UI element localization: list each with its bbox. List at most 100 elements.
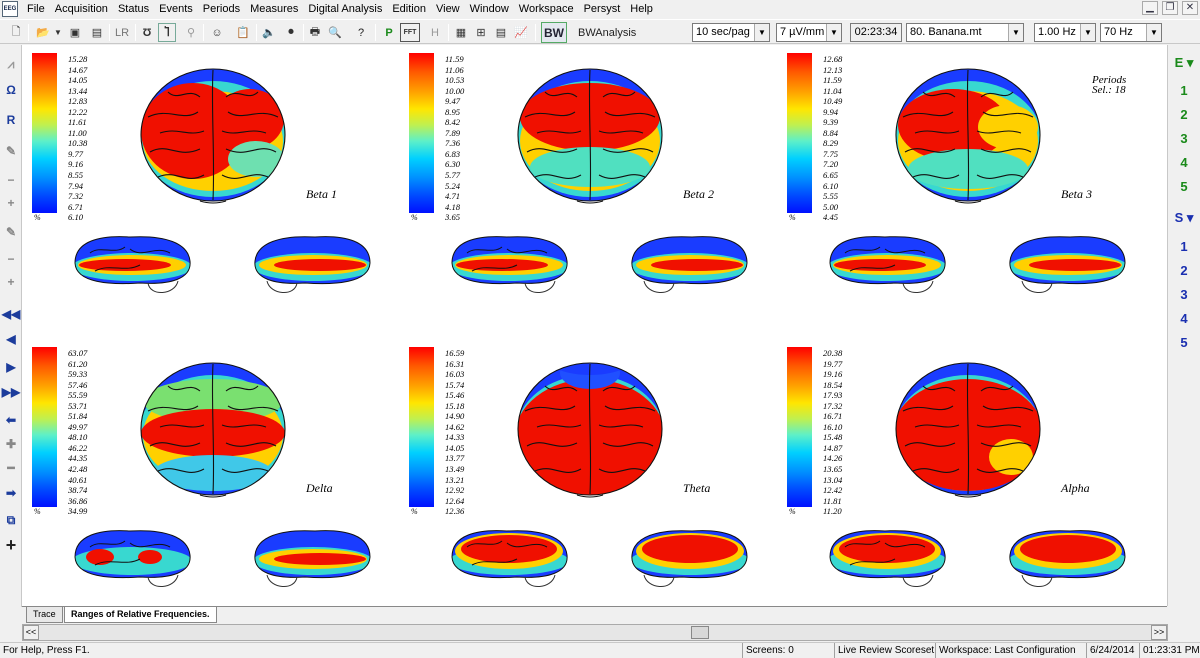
clipboard-icon[interactable]: 📋 — [233, 23, 253, 42]
rewind-icon[interactable]: ◀◀ — [2, 305, 20, 323]
fast-forward-icon[interactable]: ▶▶ — [2, 383, 20, 401]
tab-trace[interactable]: Trace — [26, 607, 63, 623]
step-back-icon[interactable]: ◀ — [2, 330, 20, 348]
print-preview-icon[interactable]: ▤ — [88, 23, 106, 42]
s-item-3[interactable]: 3 — [1174, 285, 1194, 305]
menu-status[interactable]: Status — [113, 0, 154, 18]
scale-value: 42.48 — [68, 464, 88, 475]
menu-acquisition[interactable]: Acquisition — [50, 0, 113, 18]
scale-value: 12.13 — [823, 64, 843, 75]
arrow-left-icon[interactable]: ⬅ — [2, 411, 20, 429]
minus-icon[interactable]: − — [2, 171, 20, 189]
menu-edition[interactable]: Edition — [387, 0, 431, 18]
close-button[interactable]: ✕ — [1182, 1, 1198, 15]
e-item-1[interactable]: 1 — [1174, 81, 1194, 101]
chevron-down-icon[interactable]: ▼ — [1080, 24, 1095, 41]
band-name: Delta — [306, 481, 333, 495]
step-forward-icon[interactable]: ▶ — [2, 358, 20, 376]
grid-alt-icon[interactable]: ⊞ — [472, 23, 490, 42]
e-item-2[interactable]: 2 — [1174, 105, 1194, 125]
p-marker-icon[interactable]: P — [382, 23, 396, 42]
r-icon[interactable]: R — [2, 111, 20, 129]
menu-periods[interactable]: Periods — [198, 0, 245, 18]
bw-button[interactable]: BW — [541, 22, 567, 43]
montage-select[interactable]: 80. Banana.mt ▼ — [906, 23, 1024, 42]
color-scale-bar — [787, 347, 812, 507]
arrow-right-icon[interactable]: ➡ — [2, 484, 20, 502]
fft-button[interactable]: FFT — [400, 23, 420, 42]
table-icon[interactable]: ▤ — [492, 23, 510, 42]
chart-icon[interactable]: 📈 — [512, 23, 530, 42]
page-speed-select[interactable]: 10 sec/pag ▼ — [692, 23, 770, 42]
bwanalysis-label[interactable]: BWAnalysis — [578, 23, 668, 42]
highcut-select[interactable]: 70 Hz ▼ — [1100, 23, 1162, 42]
chevron-down-icon[interactable]: ▼ — [53, 23, 63, 42]
chevron-down-icon[interactable]: ▼ — [754, 24, 769, 41]
e-item-5[interactable]: 5 — [1174, 177, 1194, 197]
minus-alt-icon[interactable]: − — [2, 250, 20, 268]
scale-value: 48.10 — [68, 432, 88, 443]
horizontal-scrollbar[interactable]: << >> — [22, 624, 1168, 641]
new-document-icon[interactable]: 🗋 — [6, 23, 26, 42]
scale-value: 14.05 — [445, 442, 465, 453]
open-folder-icon[interactable]: 📂 — [33, 23, 53, 42]
scale-value: 5.00 — [823, 201, 839, 212]
color-scale-labels: 63.07 61.20 59.33 57.46 55.59 53.71 51.84 49.97… — [68, 348, 108, 517]
plus-icon[interactable]: + — [2, 194, 20, 212]
scroll-left-button[interactable]: << — [23, 625, 39, 640]
speaker-icon[interactable]: 🔈 — [260, 23, 278, 42]
montage-icon[interactable]: ⩘ — [2, 55, 20, 73]
e-item-3[interactable]: 3 — [1174, 129, 1194, 149]
pen-alt-icon[interactable]: ✎ — [2, 223, 20, 241]
grid-icon[interactable]: ▦ — [452, 23, 470, 42]
scale-value: 9.16 — [68, 159, 84, 170]
chevron-down-icon[interactable]: ▼ — [1008, 24, 1023, 41]
scroll-right-button[interactable]: >> — [1151, 625, 1167, 640]
menu-file[interactable]: File — [22, 0, 50, 18]
restore-button[interactable]: ❐ — [1162, 1, 1178, 15]
help-icon[interactable]: ? — [352, 23, 370, 42]
app-icon[interactable]: EEG — [2, 1, 18, 17]
print-setup-icon[interactable]: 🔍 — [326, 23, 344, 42]
s-selector-label[interactable]: S ▾ — [1174, 208, 1194, 228]
e-item-4[interactable]: 4 — [1174, 153, 1194, 173]
marker-icon[interactable]: ⚲ — [182, 23, 200, 42]
sensitivity-select[interactable]: 7 µV/mm ▼ — [776, 23, 842, 42]
zoom-out-icon[interactable]: ━ — [2, 459, 20, 477]
tab-ranges[interactable]: Ranges of Relative Frequencies. — [64, 607, 217, 623]
s-item-2[interactable]: 2 — [1174, 261, 1194, 281]
plus-alt-icon[interactable]: + — [2, 273, 20, 291]
e-selector-label[interactable]: E ▾ — [1174, 53, 1194, 73]
video-icon[interactable]: ⏺ — [282, 23, 300, 42]
menu-events[interactable]: Events — [154, 0, 198, 18]
minimize-button[interactable]: ▁ — [1142, 1, 1158, 15]
menu-help[interactable]: Help — [625, 0, 658, 18]
chevron-down-icon[interactable]: ▼ — [826, 24, 841, 41]
menu-view[interactable]: View — [431, 0, 465, 18]
save-icon[interactable]: ▣ — [66, 23, 84, 42]
lr-button[interactable]: LR — [112, 23, 132, 42]
waveform-up-icon[interactable]: Ʊ — [138, 23, 156, 42]
chevron-down-icon[interactable]: ▼ — [1146, 24, 1161, 41]
zoom-in-icon[interactable]: ✚ — [2, 435, 20, 453]
s-item-1[interactable]: 1 — [1174, 237, 1194, 257]
lowcut-select[interactable]: 1.00 Hz ▼ — [1034, 23, 1096, 42]
pen-icon[interactable]: ✎ — [2, 142, 20, 160]
s-item-5[interactable]: 5 — [1174, 333, 1194, 353]
h-button[interactable]: H — [426, 23, 444, 42]
omega-icon[interactable]: Ω — [2, 81, 20, 99]
scroll-thumb[interactable] — [691, 626, 709, 639]
menu-window[interactable]: Window — [465, 0, 514, 18]
add-icon[interactable]: + — [2, 535, 20, 555]
menu-digital-analysis[interactable]: Digital Analysis — [303, 0, 387, 18]
head-map-icon[interactable]: ☺ — [207, 23, 227, 42]
scale-value: 4.18 — [445, 201, 461, 212]
menu-measures[interactable]: Measures — [245, 0, 303, 18]
printer-icon[interactable]: 🖶 — [306, 23, 324, 42]
scale-value: 11.59 — [823, 75, 842, 86]
s-item-4[interactable]: 4 — [1174, 309, 1194, 329]
menu-workspace[interactable]: Workspace — [514, 0, 579, 18]
waveform-down-icon[interactable]: Ⴈ — [158, 23, 176, 42]
layout-icon[interactable]: ⧉ — [2, 511, 20, 529]
menu-persyst[interactable]: Persyst — [579, 0, 626, 18]
